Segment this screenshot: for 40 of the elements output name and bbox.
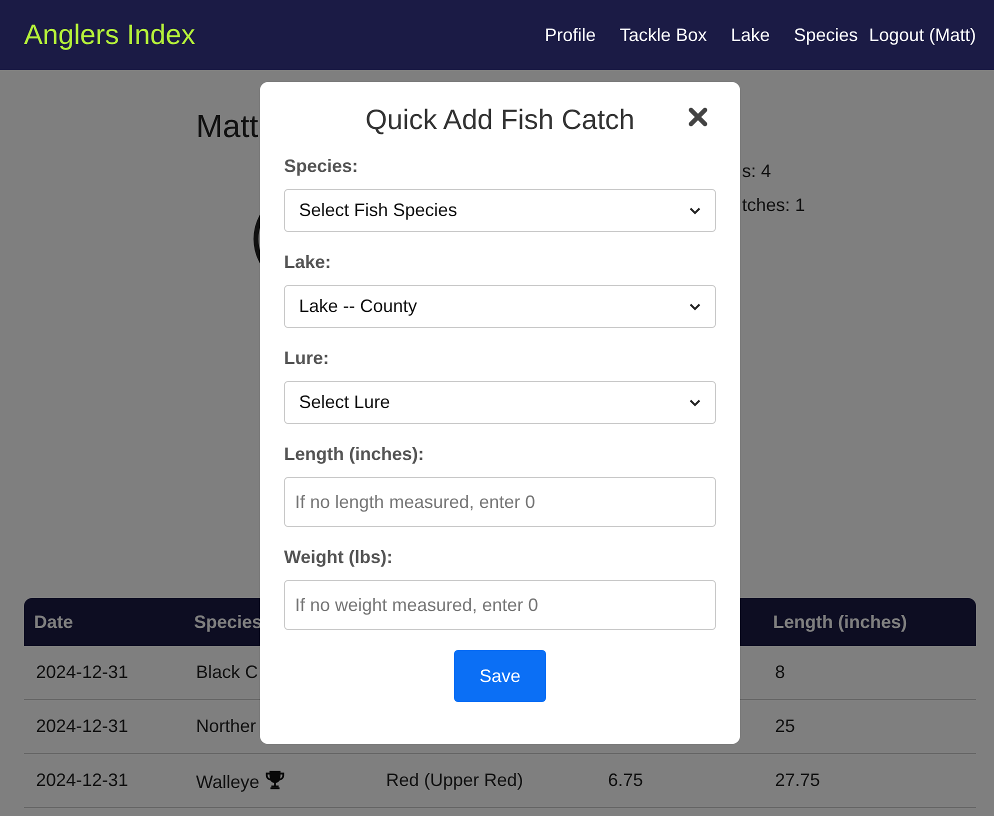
table-cell: 8 [775,662,786,682]
chevron-down-icon [689,398,701,406]
select-field[interactable]: Lake -- County [284,285,716,328]
nav-link[interactable]: Logout (Matt) [868,24,976,46]
column-header: Length (inches) [773,612,907,632]
table-cell: 27.75 [775,770,820,790]
field-label: Lake: [284,252,332,273]
table-cell: Norther [196,716,256,736]
input-field[interactable]: If no weight measured, enter 0 [284,580,716,630]
nav-link[interactable]: Tackle Box [620,24,707,46]
close-icon[interactable] [688,107,708,127]
field-label: Weight (lbs): [284,547,393,568]
table-cell: Walleye [196,772,260,792]
brand-link[interactable]: Anglers Index [24,19,196,51]
profile-name: Matt [196,108,258,145]
table-cell: 25 [775,716,796,736]
profile-stat: s: 4 [742,161,772,183]
nav-link[interactable]: Lake [730,24,770,46]
trophy-icon [264,768,286,790]
select-field[interactable]: Select Lure [284,381,716,424]
table-cell: 2024-12-31 [36,770,128,790]
save-button[interactable]: Save [454,650,546,702]
table-cell: 2024-12-31 [36,716,128,736]
field-label: Length (inches): [284,444,424,465]
profile-stat: tches: 1 [742,195,806,217]
chevron-down-icon [689,302,701,310]
nav-link[interactable]: Profile [544,24,596,46]
column-header: Date [34,612,74,632]
table-cell: Black C [196,662,258,682]
input-field[interactable]: If no length measured, enter 0 [284,477,716,527]
nav-link[interactable]: Species [794,24,858,46]
modal-title: Quick Add Fish Catch [365,104,635,136]
select-field[interactable]: Select Fish Species [284,189,716,232]
field-label: Lure: [284,348,329,369]
table-cell: 2024-12-31 [36,662,128,682]
field-label: Species: [284,156,358,177]
table-cell: Red (Upper Red) [386,770,524,790]
chevron-down-icon [689,206,701,214]
table-cell: 6.75 [608,770,644,790]
column-header: Species [194,612,262,632]
